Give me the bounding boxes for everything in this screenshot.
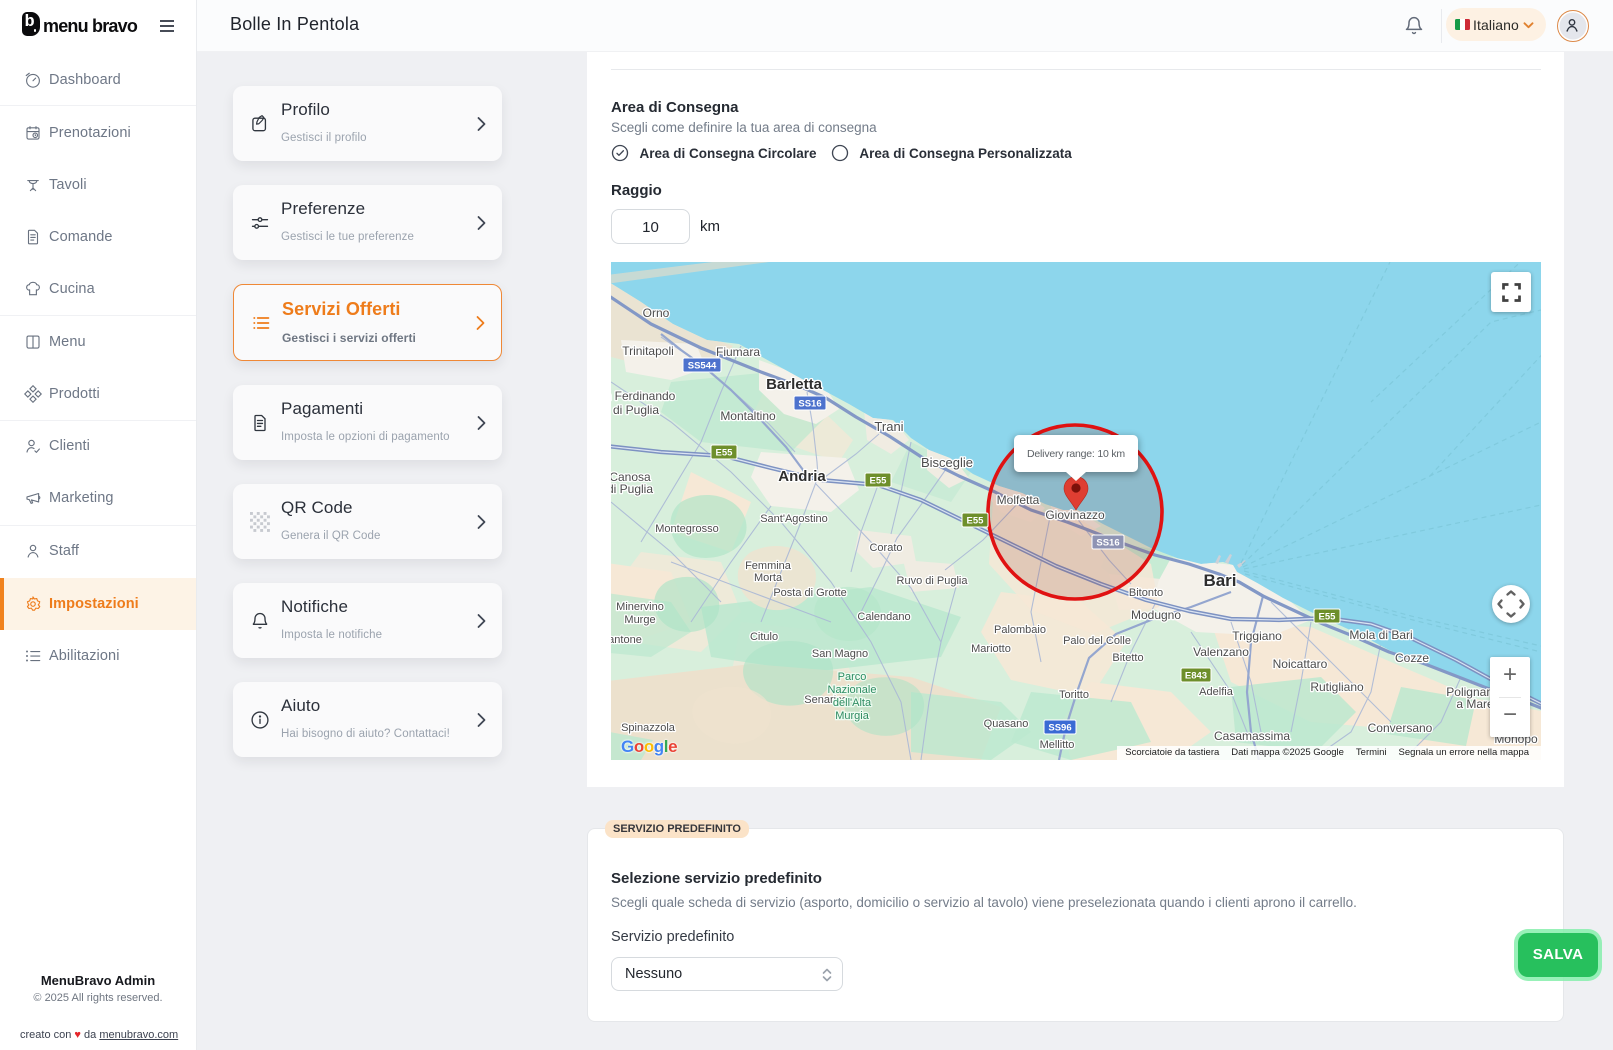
svg-text:Noicattaro: Noicattaro: [1273, 657, 1328, 671]
svg-text:Bisceglie: Bisceglie: [921, 455, 973, 470]
svg-text:E55: E55: [870, 476, 888, 487]
svg-text:SS16: SS16: [1096, 538, 1119, 549]
svg-text:SS544: SS544: [688, 361, 717, 372]
svg-text:Montegrosso: Montegrosso: [655, 523, 719, 535]
svg-text:Cozze: Cozze: [1395, 651, 1429, 665]
svg-text:Fiumara: Fiumara: [716, 345, 760, 359]
svg-text:Orno: Orno: [643, 306, 670, 320]
svg-text:Murge: Murge: [624, 614, 655, 626]
svg-text:Sant'Agostino: Sant'Agostino: [760, 513, 828, 525]
svg-text:Palo del Colle: Palo del Colle: [1063, 635, 1131, 647]
svg-text:Valenzano: Valenzano: [1193, 645, 1249, 659]
svg-text:Mariotto: Mariotto: [971, 643, 1011, 655]
svg-text:SS96: SS96: [1048, 723, 1071, 734]
svg-text:antone: antone: [611, 634, 642, 646]
svg-text:Parco: Parco: [838, 671, 867, 683]
svg-text:Bitonto: Bitonto: [1129, 587, 1163, 599]
svg-text:Citulo: Citulo: [750, 631, 778, 643]
svg-text:Giovinazzo: Giovinazzo: [1045, 508, 1105, 522]
svg-text:Spinazzola: Spinazzola: [621, 722, 676, 734]
svg-text:E55: E55: [1319, 612, 1337, 623]
svg-text:Calendano: Calendano: [857, 611, 910, 623]
svg-text:Palombaio: Palombaio: [994, 624, 1046, 636]
svg-text:Murgia: Murgia: [835, 710, 870, 722]
svg-text:E55: E55: [716, 448, 734, 459]
svg-text:di Puglia: di Puglia: [613, 403, 659, 417]
svg-text:a Mare: a Mare: [1456, 697, 1494, 711]
svg-text:Trinitapoli: Trinitapoli: [622, 344, 674, 358]
svg-text:Bitetto: Bitetto: [1112, 652, 1143, 664]
svg-text:Femmina: Femmina: [745, 560, 792, 572]
svg-text:San Magno: San Magno: [812, 648, 868, 660]
svg-text:Rutigliano: Rutigliano: [1310, 680, 1364, 694]
svg-text:Quasano: Quasano: [984, 718, 1029, 730]
svg-text:SS16: SS16: [798, 399, 821, 410]
svg-text:Modugno: Modugno: [1131, 608, 1181, 622]
svg-text:Mellitto: Mellitto: [1040, 739, 1075, 751]
svg-text:Adelfia: Adelfia: [1199, 686, 1234, 698]
svg-text:Molfetta: Molfetta: [997, 493, 1040, 507]
svg-text:E843: E843: [1185, 671, 1207, 682]
svg-text:dell'Alta: dell'Alta: [833, 697, 872, 709]
svg-text:Andria: Andria: [778, 468, 826, 485]
svg-text:Casamassima: Casamassima: [1214, 729, 1290, 743]
svg-text:Minervino: Minervino: [616, 601, 664, 613]
svg-text:Nazionale: Nazionale: [828, 684, 877, 696]
svg-text:Toritto: Toritto: [1059, 689, 1089, 701]
svg-text:Bari: Bari: [1203, 571, 1236, 590]
svg-text:Montaltino: Montaltino: [720, 409, 776, 423]
svg-text:Posta di Grotte: Posta di Grotte: [773, 587, 846, 599]
svg-text:Morta: Morta: [754, 572, 783, 584]
svg-text:Triggiano: Triggiano: [1232, 629, 1282, 643]
svg-text:di Puglia: di Puglia: [611, 482, 653, 496]
svg-text:Corato: Corato: [869, 542, 902, 554]
svg-text:n Ferdinando: n Ferdinando: [611, 389, 676, 403]
svg-text:Ruvo di Puglia: Ruvo di Puglia: [897, 575, 969, 587]
svg-text:E55: E55: [967, 516, 985, 527]
svg-text:Barletta: Barletta: [766, 376, 823, 393]
svg-text:Trani: Trani: [874, 419, 903, 434]
svg-text:Mola di Bari: Mola di Bari: [1349, 628, 1412, 642]
svg-text:Conversano: Conversano: [1368, 721, 1433, 735]
